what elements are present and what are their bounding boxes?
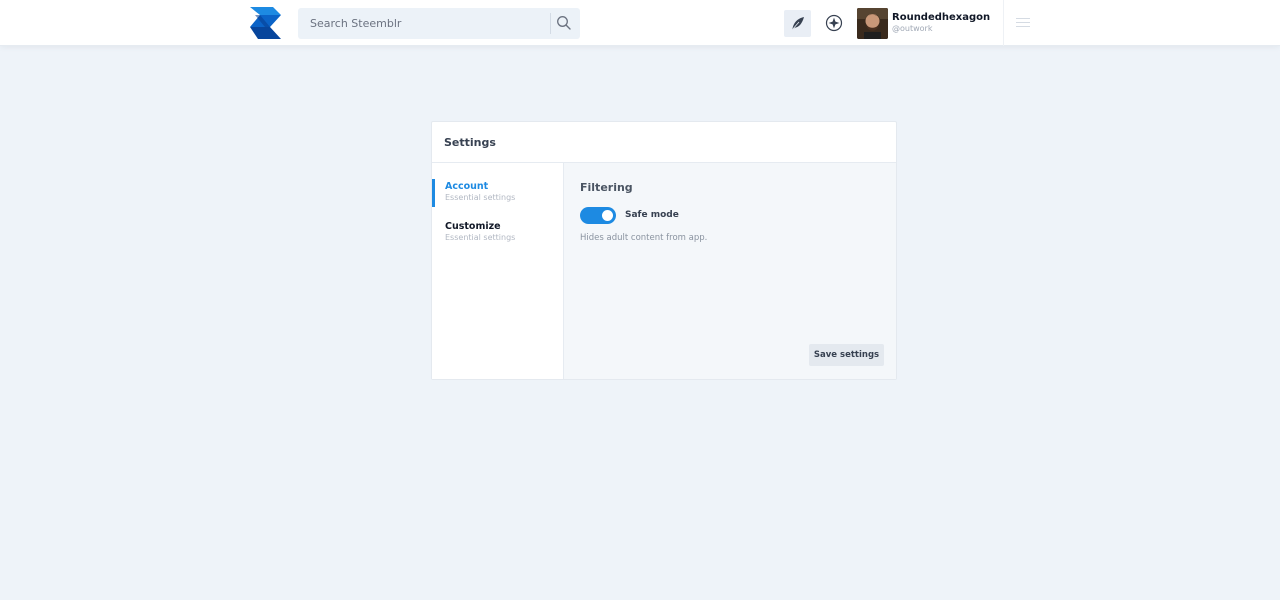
sidebar-item-customize[interactable]: Customize Essential settings — [432, 219, 563, 247]
search-separator — [550, 13, 551, 34]
safe-mode-toggle[interactable] — [580, 207, 616, 224]
hamburger-menu-icon[interactable] — [1016, 18, 1030, 28]
safe-mode-label: Safe mode — [625, 210, 679, 220]
toggle-knob — [602, 210, 613, 221]
search-icon[interactable] — [556, 15, 572, 31]
sidebar-item-label: Customize — [445, 221, 501, 232]
search-bar — [298, 8, 580, 39]
steemblr-logo-svg — [250, 7, 281, 39]
settings-content: Filtering Safe mode Hides adult content … — [564, 163, 896, 379]
compass-icon[interactable] — [825, 14, 843, 32]
sidebar-item-label: Account — [445, 181, 489, 192]
user-handle: @outwork — [892, 24, 933, 33]
search-input[interactable] — [298, 8, 548, 39]
save-settings-button[interactable]: Save settings — [809, 344, 884, 366]
write-post-button[interactable] — [784, 10, 811, 37]
top-navigation-bar: Roundedhexagon @outwork — [0, 0, 1280, 46]
steemblr-logo-icon[interactable] — [250, 7, 282, 39]
topbar-divider — [1003, 0, 1004, 46]
sidebar-item-subtitle: Essential settings — [445, 193, 516, 202]
settings-panel: Settings Account Essential settings Cust… — [431, 121, 897, 380]
user-avatar[interactable] — [857, 8, 888, 39]
quill-icon — [791, 16, 804, 30]
settings-sidebar: Account Essential settings Customize Ess… — [432, 163, 564, 379]
sidebar-item-account[interactable]: Account Essential settings — [432, 179, 563, 207]
sidebar-item-subtitle: Essential settings — [445, 233, 516, 242]
safe-mode-description: Hides adult content from app. — [580, 233, 708, 243]
settings-title: Settings — [444, 136, 496, 149]
user-display-name[interactable]: Roundedhexagon — [892, 12, 990, 23]
filtering-section-title: Filtering — [580, 181, 633, 194]
